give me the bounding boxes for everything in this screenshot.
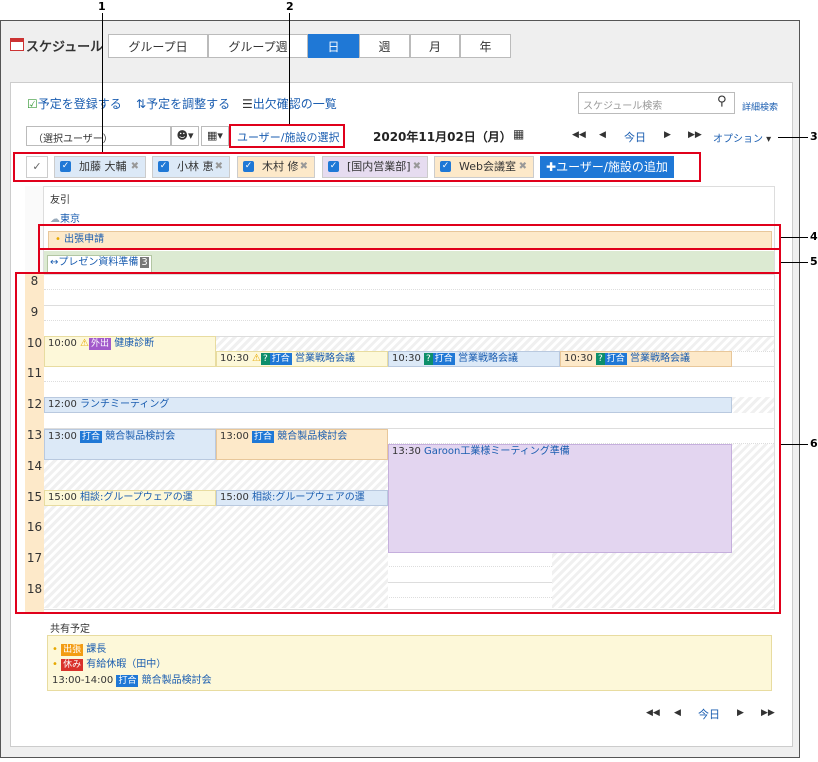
tab-group-week[interactable]: グループ週	[208, 34, 308, 58]
check-all-icon[interactable]: ✓	[26, 156, 48, 178]
callout-number: 5	[810, 255, 818, 268]
page-title: スケジュール	[26, 40, 104, 55]
callout-box-6	[15, 272, 781, 614]
tab-week[interactable]: 週	[359, 34, 410, 58]
tab-month[interactable]: 月	[410, 34, 460, 58]
facility-picker-icon[interactable]: ▦▾	[201, 126, 229, 146]
callout-number: 4	[810, 230, 818, 243]
user-picker-icon[interactable]: ☻▾	[171, 126, 199, 146]
prev-day-icon[interactable]: ◀	[674, 708, 681, 718]
callout-line	[781, 237, 808, 238]
checkbox-icon[interactable]: ✓	[328, 161, 339, 172]
callout-line	[778, 137, 808, 138]
checkbox-icon[interactable]: ✓	[60, 161, 71, 172]
plus-icon: ✚	[546, 160, 557, 174]
shared-item[interactable]: 13:00-14:00 打合 競合製品検討会	[52, 671, 212, 687]
today-link[interactable]: 今日	[624, 129, 646, 145]
callout-number: 2	[286, 0, 294, 13]
remove-icon[interactable]: ✖	[131, 157, 139, 177]
tab-day[interactable]: 日	[308, 34, 359, 58]
options-menu[interactable]: オプション ▾	[713, 130, 771, 145]
next-day-icon[interactable]: ▶	[737, 708, 744, 718]
list-icon: ☰	[242, 97, 253, 111]
shared-heading: 共有予定	[50, 624, 90, 635]
checkbox-icon[interactable]: ✓	[440, 161, 451, 172]
user-tag-kobayashi[interactable]: ✓ 小林 恵 ✖	[152, 156, 230, 178]
callout-line	[289, 13, 290, 124]
prev-week-icon[interactable]: ◀◀	[572, 130, 586, 140]
checkbox-icon[interactable]: ✓	[158, 161, 169, 172]
next-week-icon[interactable]: ▶▶	[688, 130, 702, 140]
adjust-link[interactable]: ⇅予定を調整する	[136, 95, 230, 112]
next-week-icon[interactable]: ▶▶	[761, 708, 775, 718]
advanced-search-link[interactable]: 詳細検索	[742, 100, 778, 113]
adjust-icon: ⇅	[136, 97, 147, 111]
callout-number: 1	[98, 0, 106, 13]
weather-link[interactable]: ☁東京	[50, 210, 80, 225]
facility-tag-web-meeting[interactable]: ✓ Web会議室 ✖	[434, 156, 534, 178]
tab-group-day[interactable]: グループ日	[108, 34, 208, 58]
remove-icon[interactable]: ✖	[300, 157, 308, 177]
search-icon[interactable]: ⚲	[717, 94, 727, 109]
user-select-input[interactable]: （選択ユーザー）	[26, 126, 171, 146]
checkbox-icon[interactable]: ✓	[243, 161, 254, 172]
add-user-button[interactable]: ✚ユーザー/施設の追加	[540, 156, 674, 178]
org-tag-domestic-sales[interactable]: ✓ [国内営業部] ✖	[322, 156, 428, 178]
search-box[interactable]: スケジュール検索 ⚲	[578, 92, 735, 114]
search-input[interactable]: スケジュール検索	[583, 97, 662, 112]
next-day-icon[interactable]: ▶	[664, 130, 671, 140]
callout-number: 3	[810, 130, 818, 143]
remove-icon[interactable]: ✖	[519, 157, 527, 177]
user-tag-kato[interactable]: ✓ 加藤 大輔 ✖	[54, 156, 146, 178]
callout-number: 6	[810, 437, 818, 450]
calendar-icon	[10, 38, 24, 51]
shared-item[interactable]: • 出張 課長	[52, 640, 106, 656]
bullet-icon: •	[52, 659, 62, 670]
register-link[interactable]: ☑予定を登録する	[27, 95, 122, 112]
callout-line	[781, 444, 808, 445]
shared-item[interactable]: • 休み 有給休暇（田中）	[52, 655, 166, 671]
remove-icon[interactable]: ✖	[413, 157, 421, 177]
rokuyo-label: 友引	[50, 195, 70, 206]
user-facility-select-link[interactable]: ユーザー/施設の選択	[237, 129, 340, 145]
edit-icon: ☑	[27, 97, 38, 111]
user-tag-kimura[interactable]: ✓ 木村 修 ✖	[237, 156, 315, 178]
remove-icon[interactable]: ✖	[215, 157, 223, 177]
tab-year[interactable]: 年	[460, 34, 511, 58]
prev-week-icon[interactable]: ◀◀	[646, 708, 660, 718]
current-date: 2020年11月02日（月）	[373, 130, 512, 144]
callout-box-4	[38, 224, 781, 250]
bullet-icon: •	[52, 644, 62, 655]
today-link[interactable]: 今日	[698, 706, 720, 722]
callout-line	[102, 13, 103, 152]
prev-day-icon[interactable]: ◀	[599, 130, 606, 140]
callout-box-5	[38, 248, 781, 274]
callout-line	[781, 262, 808, 263]
chevron-down-icon: ▾	[763, 134, 772, 145]
calendar-picker-icon[interactable]: ▦	[513, 127, 524, 141]
